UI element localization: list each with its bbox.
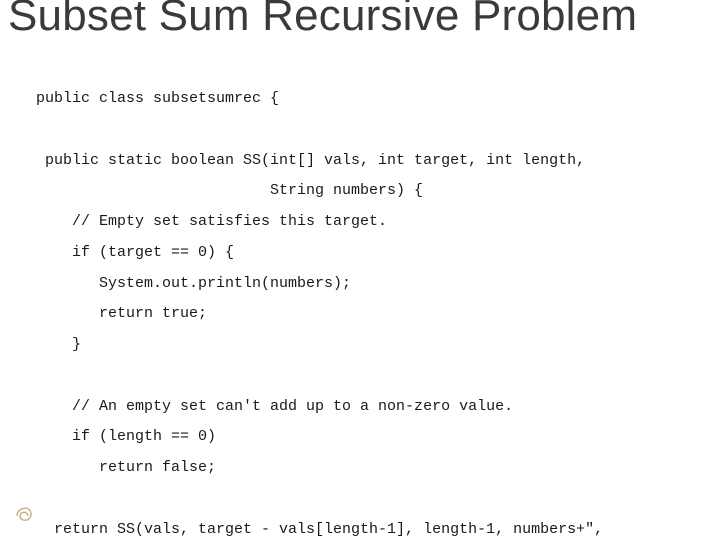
slide: Subset Sum Recursive Problem public clas… <box>0 0 720 540</box>
code-block: public class subsetsumrec { public stati… <box>36 84 700 540</box>
code-line: } <box>36 336 81 353</box>
code-line: // An empty set can't add up to a non-ze… <box>36 398 513 415</box>
code-line: return false; <box>36 459 216 476</box>
code-line: public class subsetsumrec { <box>36 90 279 107</box>
code-line: public static boolean SS(int[] vals, int… <box>36 152 585 169</box>
code-line: // Empty set satisfies this target. <box>36 213 387 230</box>
code-line: System.out.println(numbers); <box>36 275 351 292</box>
code-line: String numbers) { <box>36 182 423 199</box>
code-line: if (length == 0) <box>36 428 216 445</box>
code-line: return SS(vals, target - vals[length-1],… <box>36 521 603 538</box>
decorative-swirl-icon <box>14 502 36 530</box>
slide-title: Subset Sum Recursive Problem <box>8 0 637 38</box>
code-line: return true; <box>36 305 207 322</box>
code-line: if (target == 0) { <box>36 244 234 261</box>
